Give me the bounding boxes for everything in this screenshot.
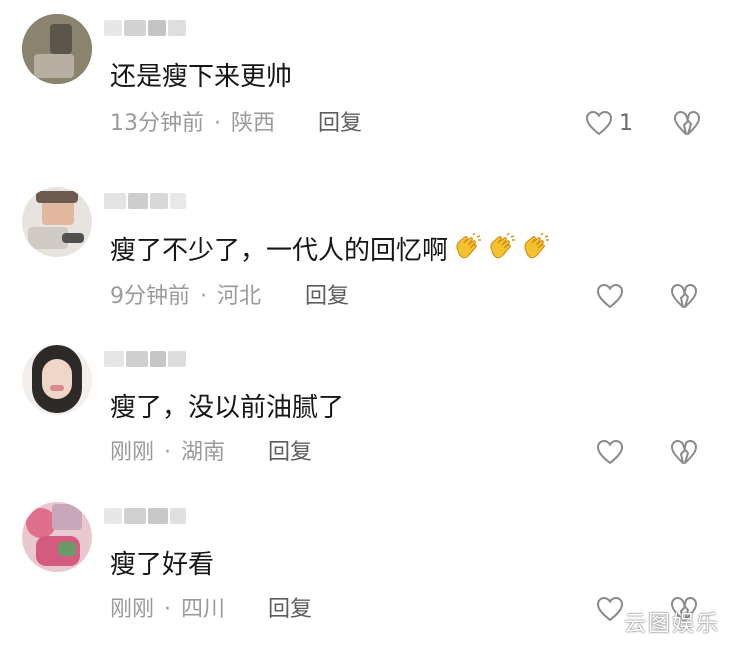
clapping-hands-icon	[486, 232, 516, 272]
heart-outline-icon	[585, 110, 613, 136]
meta-separator: ·	[200, 284, 207, 309]
clapping-hands-icon	[520, 232, 550, 272]
heart-outline-icon	[596, 283, 624, 309]
comment-location: 湖南	[181, 440, 226, 465]
username-blurred[interactable]	[104, 345, 186, 371]
heart-outline-icon	[596, 439, 624, 465]
comment-item: 瘦了好看 刚刚 · 四川 回复	[0, 502, 730, 652]
comment-meta: 9分钟前 · 河北	[110, 282, 261, 312]
comment-text: 还是瘦下来更帅	[110, 62, 293, 92]
avatar[interactable]	[22, 14, 92, 84]
dislike-button[interactable]	[670, 439, 698, 465]
comment-meta: 刚刚 · 四川	[110, 595, 225, 625]
comment-text: 瘦了好看	[110, 550, 215, 580]
comment-location: 陕西	[231, 111, 276, 136]
username-blurred[interactable]	[104, 502, 186, 528]
clapping-hands-icon	[452, 232, 482, 272]
comment-text: 瘦了不少了，一代人的回忆啊	[110, 232, 550, 272]
broken-heart-icon	[674, 111, 700, 135]
broken-heart-icon	[671, 440, 697, 464]
avatar[interactable]	[22, 187, 92, 257]
like-count: 1	[619, 110, 633, 136]
comment-location: 河北	[217, 284, 262, 309]
comment-meta: 刚刚 · 湖南	[110, 438, 225, 468]
like-button[interactable]	[596, 439, 624, 465]
comment-time: 刚刚	[110, 597, 155, 622]
comment-item: 还是瘦下来更帅 13分钟前 · 陕西 回复 1	[0, 14, 730, 164]
avatar[interactable]	[22, 345, 92, 415]
meta-separator: ·	[164, 597, 172, 622]
heart-outline-icon	[596, 596, 624, 622]
comment-time: 13分钟前	[110, 111, 204, 136]
comment-item: 瘦了不少了，一代人的回忆啊 9分钟前 · 河北 回复	[0, 187, 730, 337]
comment-meta: 13分钟前 · 陕西	[110, 109, 275, 139]
reply-button[interactable]: 回复	[318, 109, 362, 139]
comment-time: 9分钟前	[110, 284, 190, 309]
reply-button[interactable]: 回复	[268, 595, 312, 625]
like-button[interactable]	[596, 283, 624, 309]
broken-heart-icon	[671, 284, 697, 308]
avatar[interactable]	[22, 502, 92, 572]
comment-item: 瘦了，没以前油腻了 刚刚 · 湖南 回复	[0, 345, 730, 495]
comment-location: 四川	[181, 597, 226, 622]
dislike-button[interactable]	[670, 283, 698, 309]
meta-separator: ·	[214, 111, 221, 136]
comment-text: 瘦了，没以前油腻了	[110, 393, 345, 423]
comment-text-content: 瘦了不少了，一代人的回忆啊	[110, 236, 449, 266]
meta-separator: ·	[164, 440, 172, 465]
username-blurred[interactable]	[104, 14, 186, 40]
reply-button[interactable]: 回复	[268, 438, 312, 468]
reply-button[interactable]: 回复	[305, 282, 349, 312]
like-button[interactable]	[596, 596, 624, 622]
username-blurred[interactable]	[104, 187, 186, 213]
dislike-button[interactable]	[673, 110, 701, 136]
comment-time: 刚刚	[110, 440, 155, 465]
watermark: 云图娱乐	[623, 612, 720, 637]
like-button[interactable]: 1	[585, 110, 633, 136]
